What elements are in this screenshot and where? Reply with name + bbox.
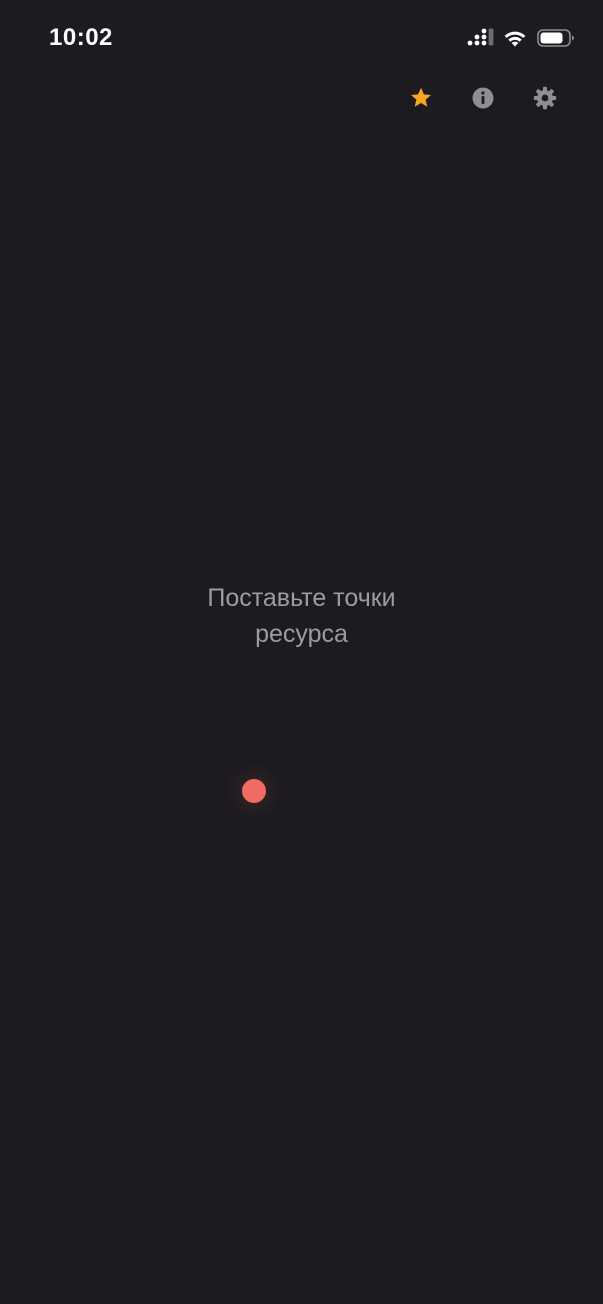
app-screen: 10:02 Поставьте точки ресурса	[0, 0, 603, 1304]
info-button[interactable]	[465, 80, 501, 116]
cellular-signal-icon	[467, 28, 494, 46]
top-toolbar	[377, 80, 563, 116]
gear-icon	[533, 86, 557, 110]
instruction-line-2: ресурса	[255, 620, 348, 648]
favorites-button[interactable]	[403, 80, 439, 116]
status-bar: 10:02	[0, 0, 603, 78]
status-time: 10:02	[49, 24, 113, 51]
battery-icon	[537, 29, 574, 47]
touch-point-marker[interactable]	[242, 779, 266, 803]
wifi-icon	[504, 31, 526, 47]
status-icons	[467, 27, 575, 49]
instruction-line-1: Поставьте точки	[207, 584, 396, 612]
info-icon	[472, 87, 494, 109]
instruction-text: Поставьте точки ресурса	[0, 580, 603, 652]
star-icon	[411, 87, 431, 107]
settings-button[interactable]	[527, 80, 563, 116]
